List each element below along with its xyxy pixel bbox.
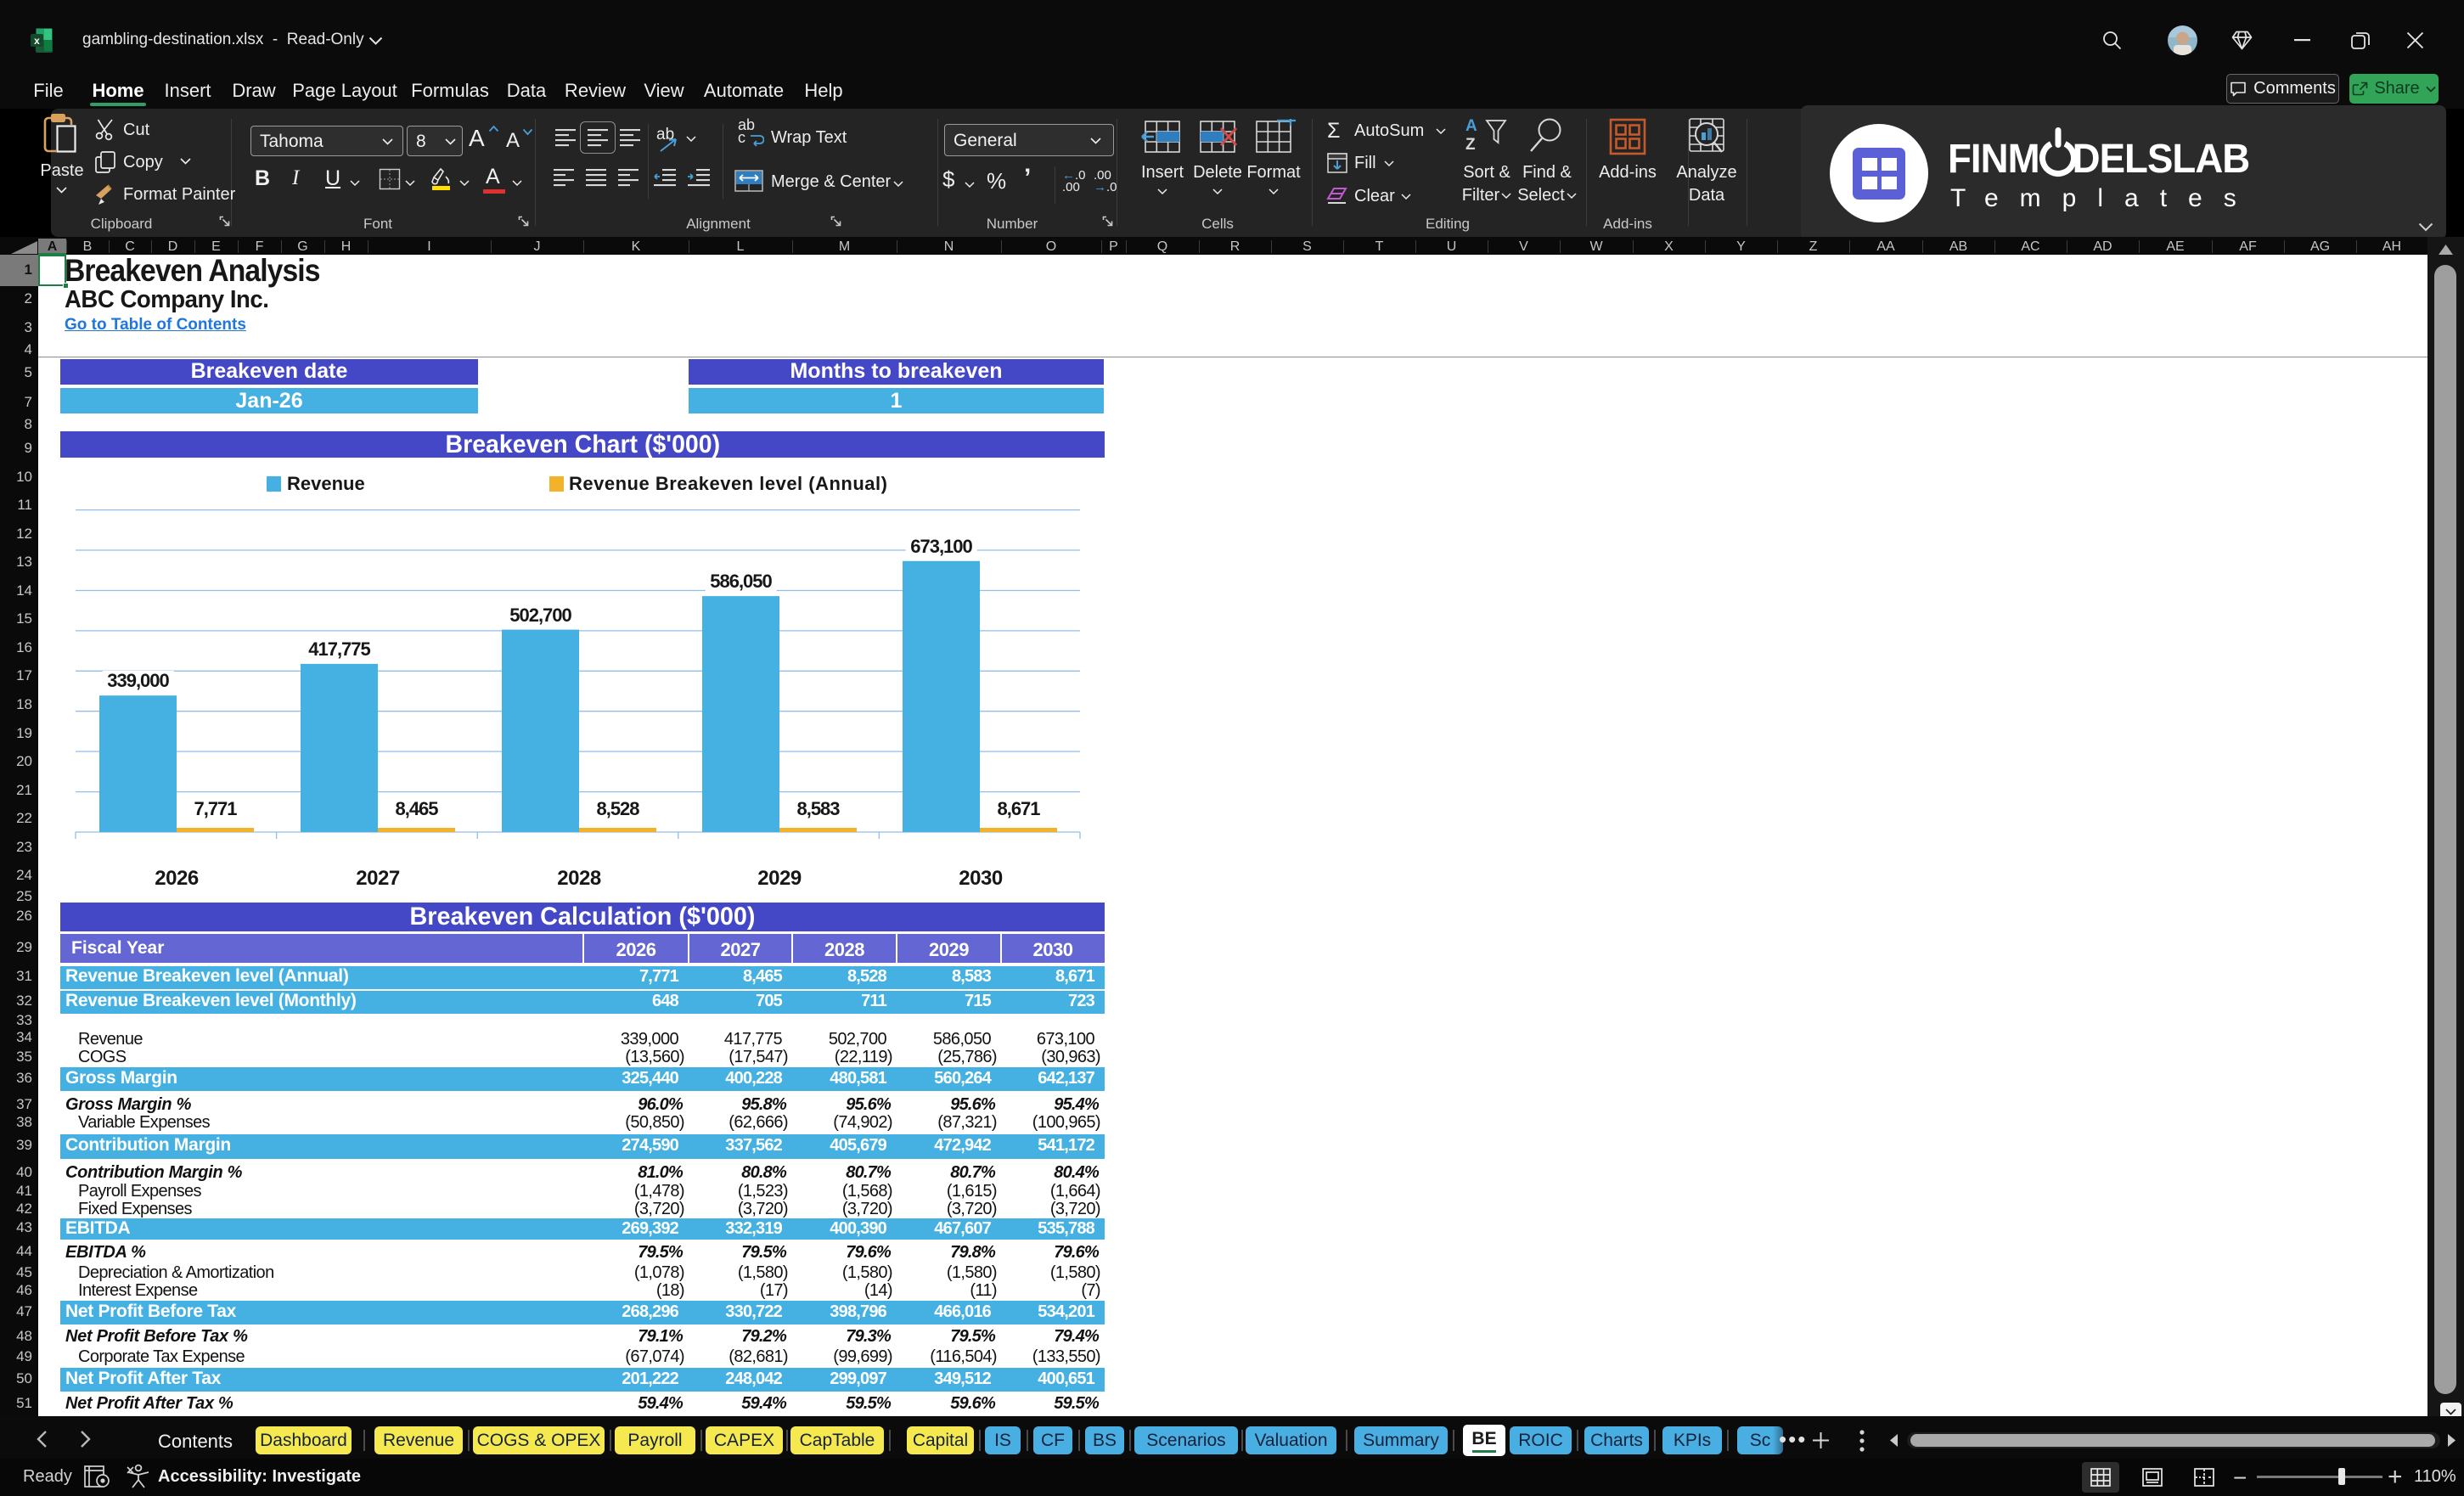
- svg-text:A: A: [1465, 117, 1477, 135]
- svg-text:x: x: [34, 35, 40, 47]
- svg-text:Z: Z: [1465, 136, 1476, 153]
